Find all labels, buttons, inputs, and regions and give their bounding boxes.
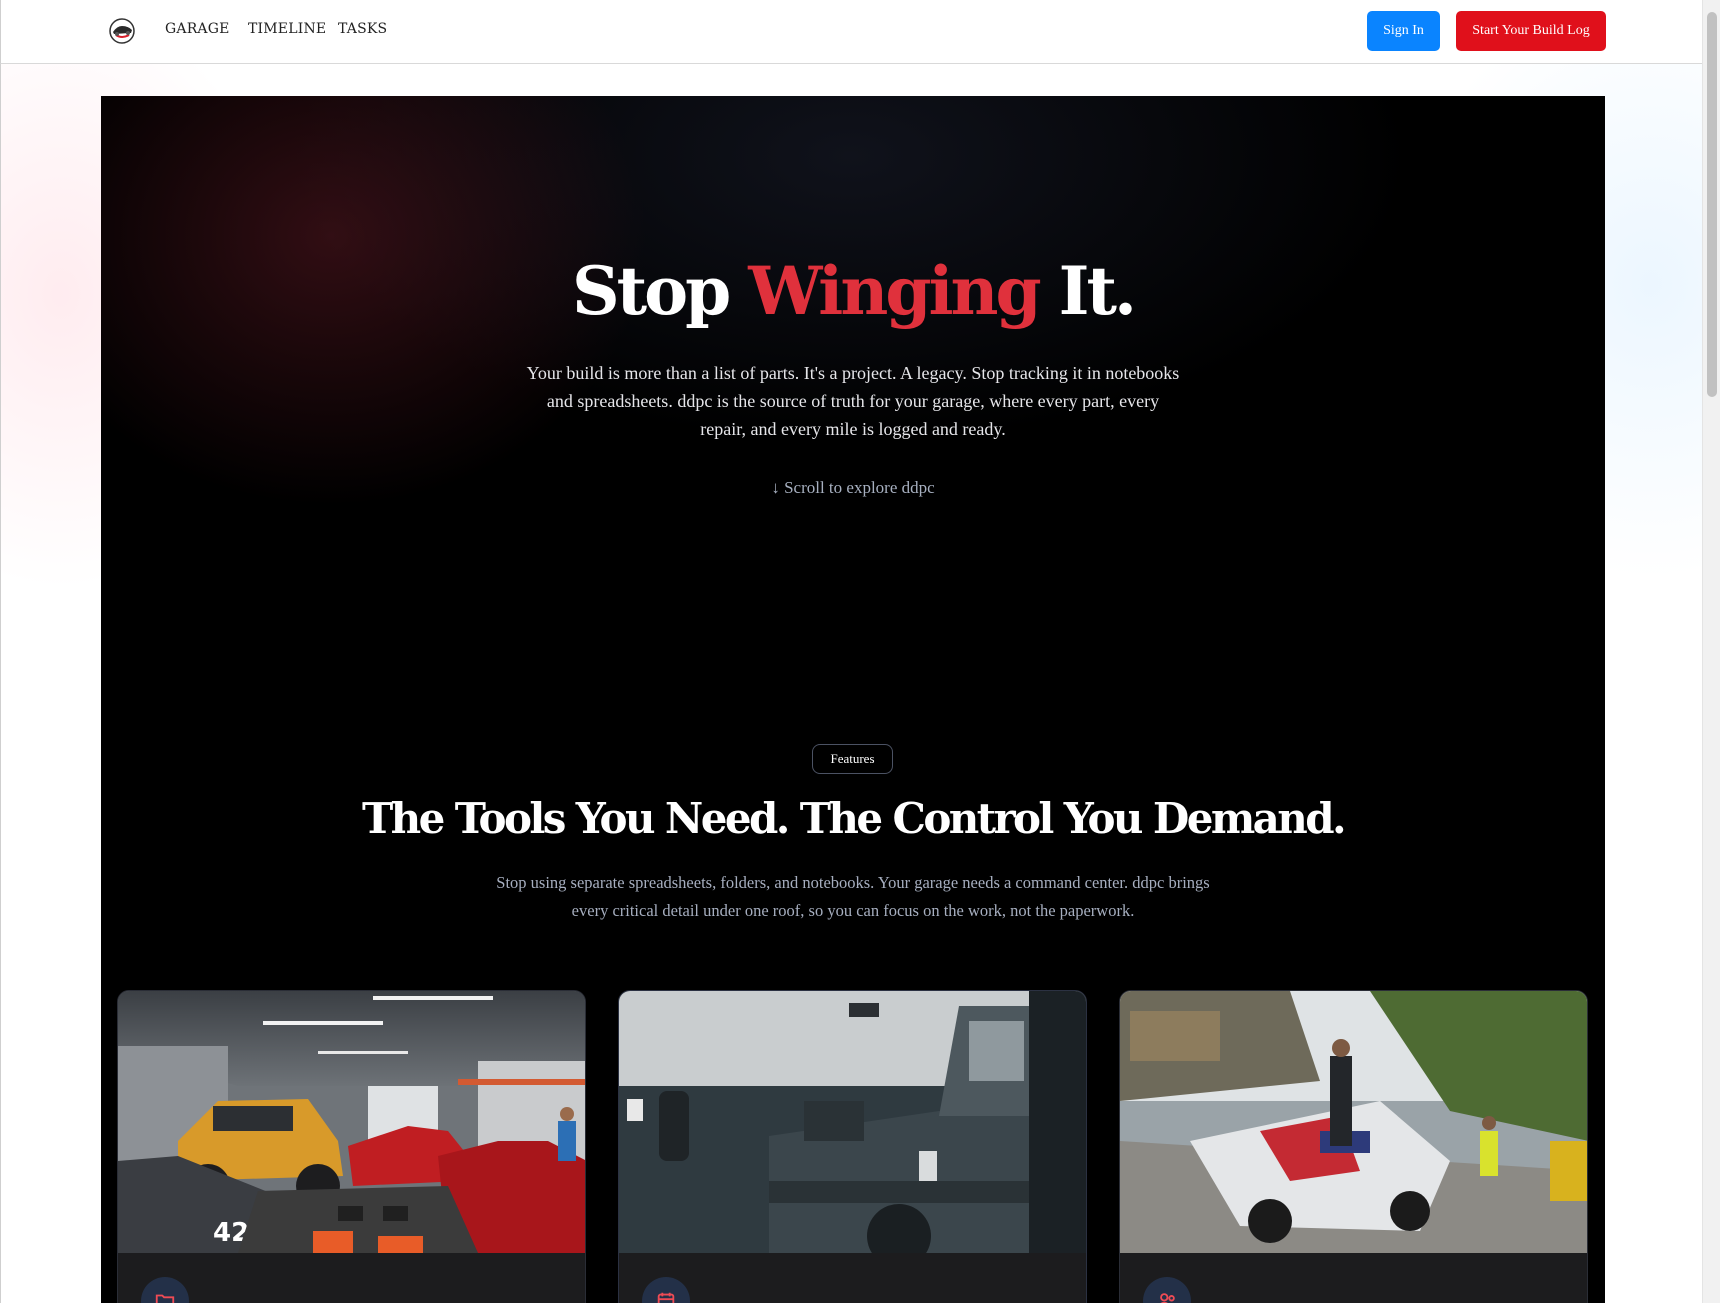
race-pit-photo	[1120, 991, 1587, 1253]
features-badge: Features	[812, 744, 893, 774]
workshop-truck-photo	[619, 991, 1086, 1253]
hero-title: Stop Winging It.	[101, 252, 1605, 330]
hero-title-post: It.	[1038, 252, 1137, 330]
page-scrollbar[interactable]	[1702, 0, 1720, 1303]
feature-card-racing[interactable]	[1119, 990, 1588, 1303]
scroll-to-explore-link[interactable]: ↓ Scroll to explore ddpc	[101, 478, 1605, 498]
nav-link-timeline[interactable]: TIMELINE	[248, 21, 326, 37]
nav-link-tasks[interactable]: TASKS	[338, 21, 387, 37]
hero-title-pre: Stop	[572, 252, 749, 330]
start-build-log-button[interactable]: Start Your Build Log	[1456, 11, 1606, 51]
feature-card-workshop[interactable]	[618, 990, 1087, 1303]
hero-title-accent: Winging	[748, 252, 1041, 330]
users-icon	[1143, 1277, 1191, 1303]
sign-in-button[interactable]: Sign In	[1367, 11, 1440, 51]
scrollbar-thumb[interactable]	[1707, 12, 1717, 397]
calendar-icon	[642, 1277, 690, 1303]
top-navigation: GARAGE TIMELINE TASKS Sign In Start Your…	[0, 0, 1702, 64]
hero-section: Stop Winging It. Your build is more than…	[101, 96, 1605, 1303]
feature-card-garage[interactable]: 420	[117, 990, 586, 1303]
nav-link-garage[interactable]: GARAGE	[165, 21, 230, 37]
ddpc-logo-icon[interactable]	[108, 17, 136, 45]
folder-icon	[141, 1277, 189, 1303]
hero-subtitle: Your build is more than a list of parts.…	[526, 363, 1180, 439]
features-title: The Tools You Need. The Control You Dema…	[361, 794, 1347, 843]
features-subtitle: Stop using separate spreadsheets, folder…	[496, 873, 1210, 920]
garage-photo: 420	[118, 991, 585, 1253]
